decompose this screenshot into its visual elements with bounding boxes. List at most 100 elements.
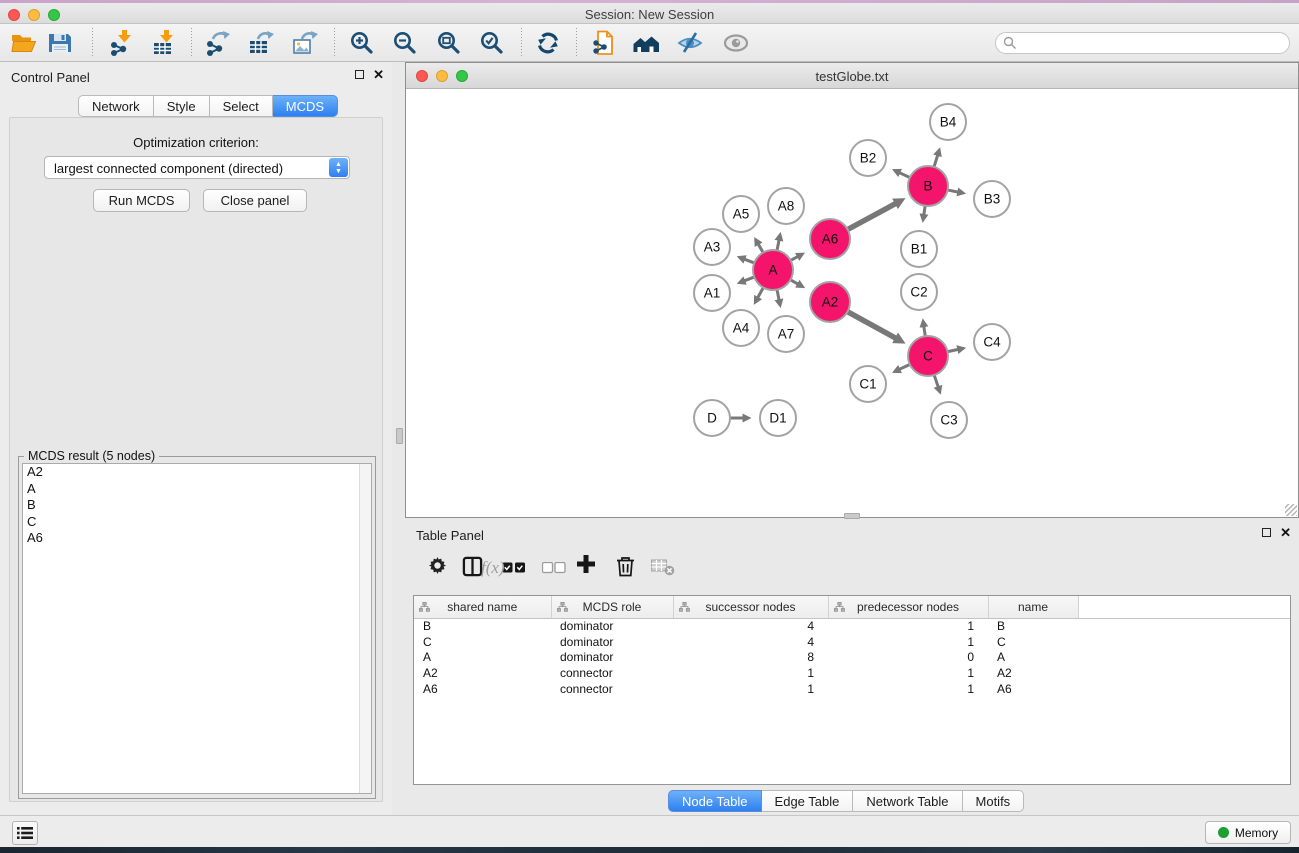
add-row-icon[interactable] [575,553,597,580]
close-panel-icon[interactable]: ✕ [373,70,384,79]
tab-network-table[interactable]: Network Table [853,790,962,812]
select-stepper-icon: ▲▼ [329,158,348,177]
list-scrollbar[interactable] [359,464,371,793]
delete-table-icon[interactable] [651,559,676,581]
tab-edge-table[interactable]: Edge Table [762,790,854,812]
main-titlebar: Session: New Session [0,3,1299,24]
tab-mcds[interactable]: MCDS [273,95,338,117]
network-edge[interactable] [847,204,896,230]
column-type-icon [419,602,430,612]
control-panel: Control Panel ✕ Network Style Select MCD… [0,62,392,815]
new-network-from-file-icon[interactable] [591,29,619,57]
criterion-select[interactable]: largest connected component (directed) ▲… [44,156,350,179]
search-input[interactable] [995,32,1290,54]
zoom-in-icon[interactable] [348,29,376,57]
tab-motifs[interactable]: Motifs [963,790,1025,812]
mcds-result-item[interactable]: A [23,481,371,498]
hide-graphics-details-icon[interactable] [676,29,704,57]
node-label: A1 [704,286,721,301]
window-resize-grip[interactable] [1285,504,1297,516]
column-header-empty [1078,596,1291,618]
network-view-window: testGlobe.txt B4B2BB3B1A5A8A6A3AA1A2C2A4… [405,62,1299,518]
toolbar-divider [521,28,522,58]
mcds-panel: Optimization criterion: largest connecte… [9,117,383,802]
close-panel-button[interactable]: Close panel [203,189,307,212]
table-panel-title: Table Panel [416,528,484,543]
table-row[interactable]: Adominator80A [414,649,1291,665]
node-label: A6 [822,232,839,247]
export-image-icon[interactable] [291,29,319,57]
table-row[interactable]: A2connector11A2 [414,665,1291,681]
node-label: C1 [859,377,876,392]
network-edge[interactable] [847,311,896,338]
apply-function-icon[interactable]: f(x) [481,558,505,578]
optimization-criterion-label: Optimization criterion: [10,135,382,150]
table-panel: Table Panel ✕ f(x) shared name MCDS role… [405,520,1299,815]
column-header-name[interactable]: name [988,596,1078,618]
node-table-body: Bdominator41BCdominator41CAdominator80AA… [414,618,1291,696]
import-table-icon[interactable] [150,29,178,57]
mcds-result-item[interactable]: B [23,497,371,514]
node-label: A2 [822,295,839,310]
table-header-row: shared name MCDS role successor nodes pr… [414,596,1291,618]
panel-divider-handle[interactable] [844,513,860,519]
tab-style[interactable]: Style [154,95,210,117]
tab-node-table[interactable]: Node Table [668,790,762,812]
node-label: C4 [983,335,1001,350]
control-panel-header: Control Panel ✕ [0,62,392,92]
refresh-icon[interactable] [534,29,562,57]
zoom-selected-icon[interactable] [478,29,506,57]
node-label: A8 [778,199,795,214]
mcds-result-item[interactable]: A2 [23,464,371,481]
zoom-out-icon[interactable] [391,29,419,57]
save-session-icon[interactable] [46,29,74,57]
node-label: B3 [984,192,1001,207]
show-graphics-details-icon[interactable] [722,29,750,57]
close-table-panel-icon[interactable]: ✕ [1280,528,1291,537]
column-header-shared-name[interactable]: shared name [414,596,551,618]
run-mcds-button[interactable]: Run MCDS [93,189,190,212]
table-row[interactable]: A6connector11A6 [414,681,1291,697]
node-label: B [923,179,932,194]
select-all-columns-icon[interactable] [502,561,526,579]
column-header-successor-nodes[interactable]: successor nodes [673,596,828,618]
column-header-predecessor-nodes[interactable]: predecessor nodes [828,596,988,618]
column-header-mcds-role[interactable]: MCDS role [551,596,673,618]
open-file-icon[interactable] [10,29,38,57]
memory-button[interactable]: Memory [1205,821,1291,844]
table-row[interactable]: Cdominator41C [414,634,1291,650]
cybrowser-home-icon[interactable] [632,29,660,57]
mcds-result-title: MCDS result (5 nodes) [24,449,159,463]
toolbar-divider [92,28,93,58]
toolbar-divider [191,28,192,58]
float-table-panel-icon[interactable] [1262,528,1271,537]
mcds-result-item[interactable]: A6 [23,530,371,547]
tab-select[interactable]: Select [210,95,273,117]
table-row[interactable]: Bdominator41B [414,618,1291,634]
task-history-button[interactable] [12,821,38,845]
network-titlebar[interactable]: testGlobe.txt [406,63,1298,89]
network-canvas[interactable]: B4B2BB3B1A5A8A6A3AA1A2C2A4A7C4CC1C3DD1 [406,89,1298,517]
panel-divider-handle[interactable] [396,428,403,444]
float-panel-icon[interactable] [355,70,364,79]
desktop-background-bottom [0,847,1299,853]
column-type-icon [679,602,690,612]
tab-network[interactable]: Network [78,95,154,117]
zoom-fit-icon[interactable] [435,29,463,57]
delete-row-trash-icon[interactable] [616,556,635,582]
mcds-result-fieldset: MCDS result (5 nodes) A2ABCA6 [18,456,376,799]
mcds-result-list[interactable]: A2ABCA6 [22,463,372,794]
export-table-icon[interactable] [247,29,275,57]
node-label: B1 [911,242,928,257]
deselect-all-columns-icon[interactable] [542,561,566,579]
import-network-icon[interactable] [108,29,136,57]
mcds-result-item[interactable]: C [23,514,371,531]
table-options-gear-icon[interactable] [428,556,447,580]
insert-column-icon[interactable] [462,556,483,582]
node-label: D [707,411,717,426]
network-edge[interactable] [934,374,938,387]
node-label: C2 [910,285,927,300]
node-table[interactable]: shared name MCDS role successor nodes pr… [413,595,1291,785]
column-type-icon [834,602,845,612]
export-network-icon[interactable] [204,29,232,57]
